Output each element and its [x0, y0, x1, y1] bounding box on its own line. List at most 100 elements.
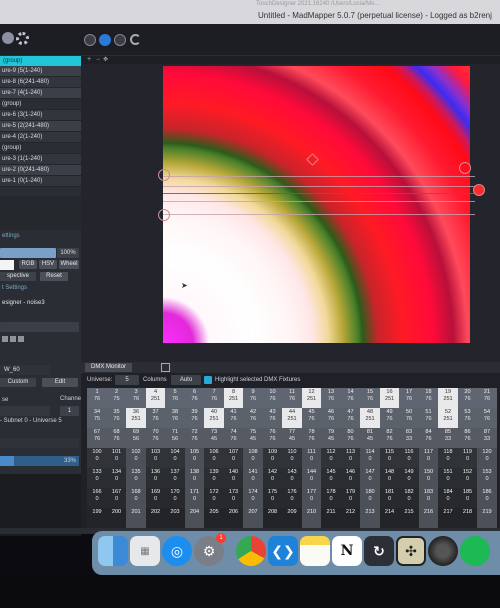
wheel-button[interactable]: Wheel: [59, 260, 79, 269]
fixture-name-field[interactable]: W_60: [0, 365, 50, 375]
dmx-channel-number: 107: [228, 449, 239, 455]
dmx-channel-value: 0: [114, 456, 119, 462]
spotify-icon[interactable]: [460, 536, 490, 566]
dmx-channel-number: 169: [150, 489, 161, 495]
custom-button[interactable]: Custom: [0, 378, 36, 387]
dmx-channel-cell: 39 76: [184, 408, 205, 430]
launchpad-icon[interactable]: ▦: [130, 536, 160, 566]
layer-item[interactable]: ure-6 (3(1-240): [0, 110, 81, 121]
dmx-channel-cell: 38 76: [165, 408, 185, 430]
channel-value[interactable]: 1: [60, 406, 79, 416]
touchdesigner-icon[interactable]: ↻: [364, 536, 394, 566]
refresh-icon[interactable]: [130, 34, 141, 45]
chrome-icon[interactable]: [236, 536, 266, 566]
layer-item[interactable]: ure-5 (2(241-480): [0, 121, 81, 132]
dmx-channel-value: 0: [290, 476, 294, 482]
opacity-value[interactable]: 100%: [57, 248, 79, 258]
reset-button[interactable]: Reset: [40, 272, 68, 281]
guide-line: [163, 214, 475, 215]
detach-icon[interactable]: [161, 363, 170, 372]
vscode-icon[interactable]: ❮❯: [268, 536, 298, 566]
columns-dropdown[interactable]: Auto: [171, 375, 201, 385]
grid-icon[interactable]: [18, 336, 24, 342]
source-name[interactable]: esigner - noise3: [2, 300, 45, 306]
layer-item[interactable]: ure-8 (6(241-480): [0, 77, 81, 88]
layer-item[interactable]: ure-7 (4(1-240): [0, 88, 81, 99]
dmx-channel-cell: 143 0: [282, 468, 302, 490]
dmx-channel-cell: 16 251: [379, 388, 400, 410]
transform-handle[interactable]: [158, 169, 170, 181]
perspective-toggle[interactable]: spective: [0, 272, 36, 281]
t-settings-label: t Settings: [2, 285, 28, 291]
dmx-channel-number: 40: [210, 409, 218, 415]
rgb-button[interactable]: RGB: [19, 260, 37, 269]
transform-handle[interactable]: [158, 209, 170, 221]
transform-handle[interactable]: [459, 162, 471, 174]
madmapper-logo-icon: [2, 32, 14, 44]
dmx-channel-number: 51: [425, 409, 432, 415]
edit-button[interactable]: Edit: [42, 378, 78, 387]
highlight-checkbox[interactable]: [204, 376, 212, 384]
dmx-channel-value: 251: [131, 416, 141, 422]
dmx-channel-cell: 69 56: [126, 428, 146, 450]
layer-item[interactable]: ure-4 (2(1-240): [0, 132, 81, 143]
dmx-channel-value: 0: [290, 456, 294, 462]
color-swatch[interactable]: [0, 260, 14, 270]
layer-item[interactable]: ure-9 (5(1-240): [0, 66, 81, 77]
source-dropdown[interactable]: [0, 322, 79, 332]
arrow-icon[interactable]: →: [95, 56, 101, 62]
transform-handle[interactable]: [473, 184, 485, 196]
dmx-channel-cell: 34 75: [87, 408, 107, 430]
dmx-monitor-tab[interactable]: DMX Monitor: [85, 363, 133, 372]
dmx-channel-number: 35: [113, 409, 120, 415]
layers-header[interactable]: (group): [0, 56, 81, 66]
dmx-channel-cell: 186 0: [477, 488, 497, 510]
subnet-dropdown[interactable]: [0, 406, 50, 416]
opacity-slider[interactable]: [0, 248, 56, 258]
dmx-channel-cell: 84 76: [418, 428, 439, 450]
dmx-channel-value: 76: [93, 436, 101, 442]
output-icon[interactable]: [99, 34, 111, 46]
layer-item[interactable]: ure-1 (0(1-240): [0, 176, 81, 187]
lock-icon[interactable]: [2, 336, 8, 342]
guide-line: [163, 186, 475, 187]
dmx-channel-cell: 46 76: [321, 408, 341, 430]
dmx-channel-number: 13: [327, 389, 335, 395]
dmx-channel-cell: 185 0: [457, 488, 478, 510]
dmx-channel-value: 76: [269, 396, 276, 402]
finder-icon[interactable]: [98, 536, 128, 566]
hsv-button[interactable]: HSV: [39, 260, 57, 269]
dmx-channel-cell: 145 0: [321, 468, 341, 490]
gear-icon[interactable]: [16, 32, 29, 45]
layer-item[interactable]: ure-2 (0(241-480): [0, 165, 81, 176]
dmx-channel-value: 0: [134, 496, 138, 502]
channel-label: Channel: [60, 396, 83, 402]
dmx-channel-cell: 77 45: [282, 428, 302, 450]
dmx-channel-number: 143: [287, 469, 297, 475]
dmx-channel-number: 5: [173, 389, 177, 395]
dmx-channel-value: 0: [134, 476, 138, 482]
notes-icon[interactable]: [300, 536, 330, 566]
pause-icon[interactable]: [84, 34, 96, 46]
notion-icon[interactable]: N: [332, 536, 362, 566]
projection-preview[interactable]: [163, 66, 470, 343]
dmx-channel-number: 80: [347, 429, 354, 435]
info-icon[interactable]: [114, 34, 126, 46]
dmx-channel-cell: 219: [477, 508, 497, 530]
resolve-icon[interactable]: [428, 536, 458, 566]
layer-item[interactable]: (group): [0, 143, 81, 154]
link-icon[interactable]: [10, 336, 16, 342]
add-icon[interactable]: +: [87, 56, 91, 63]
layer-item[interactable]: ure-3 (1(1-240): [0, 154, 81, 165]
move-icon[interactable]: ✥: [103, 56, 108, 63]
madmapper-icon[interactable]: ✣: [396, 536, 426, 566]
dmx-channel-value: 76: [366, 396, 374, 402]
dmx-channel-cell: 141 0: [243, 468, 263, 490]
mode-dropdown[interactable]: [0, 438, 79, 448]
universe-field[interactable]: 5: [115, 375, 139, 385]
layer-item[interactable]: (group): [0, 99, 81, 110]
dmx-channel-cell: 214: [379, 508, 400, 530]
dmx-channel-number: 44: [288, 409, 296, 415]
safari-icon[interactable]: ◎: [162, 536, 192, 566]
dmx-channel-value: 0: [348, 496, 353, 502]
